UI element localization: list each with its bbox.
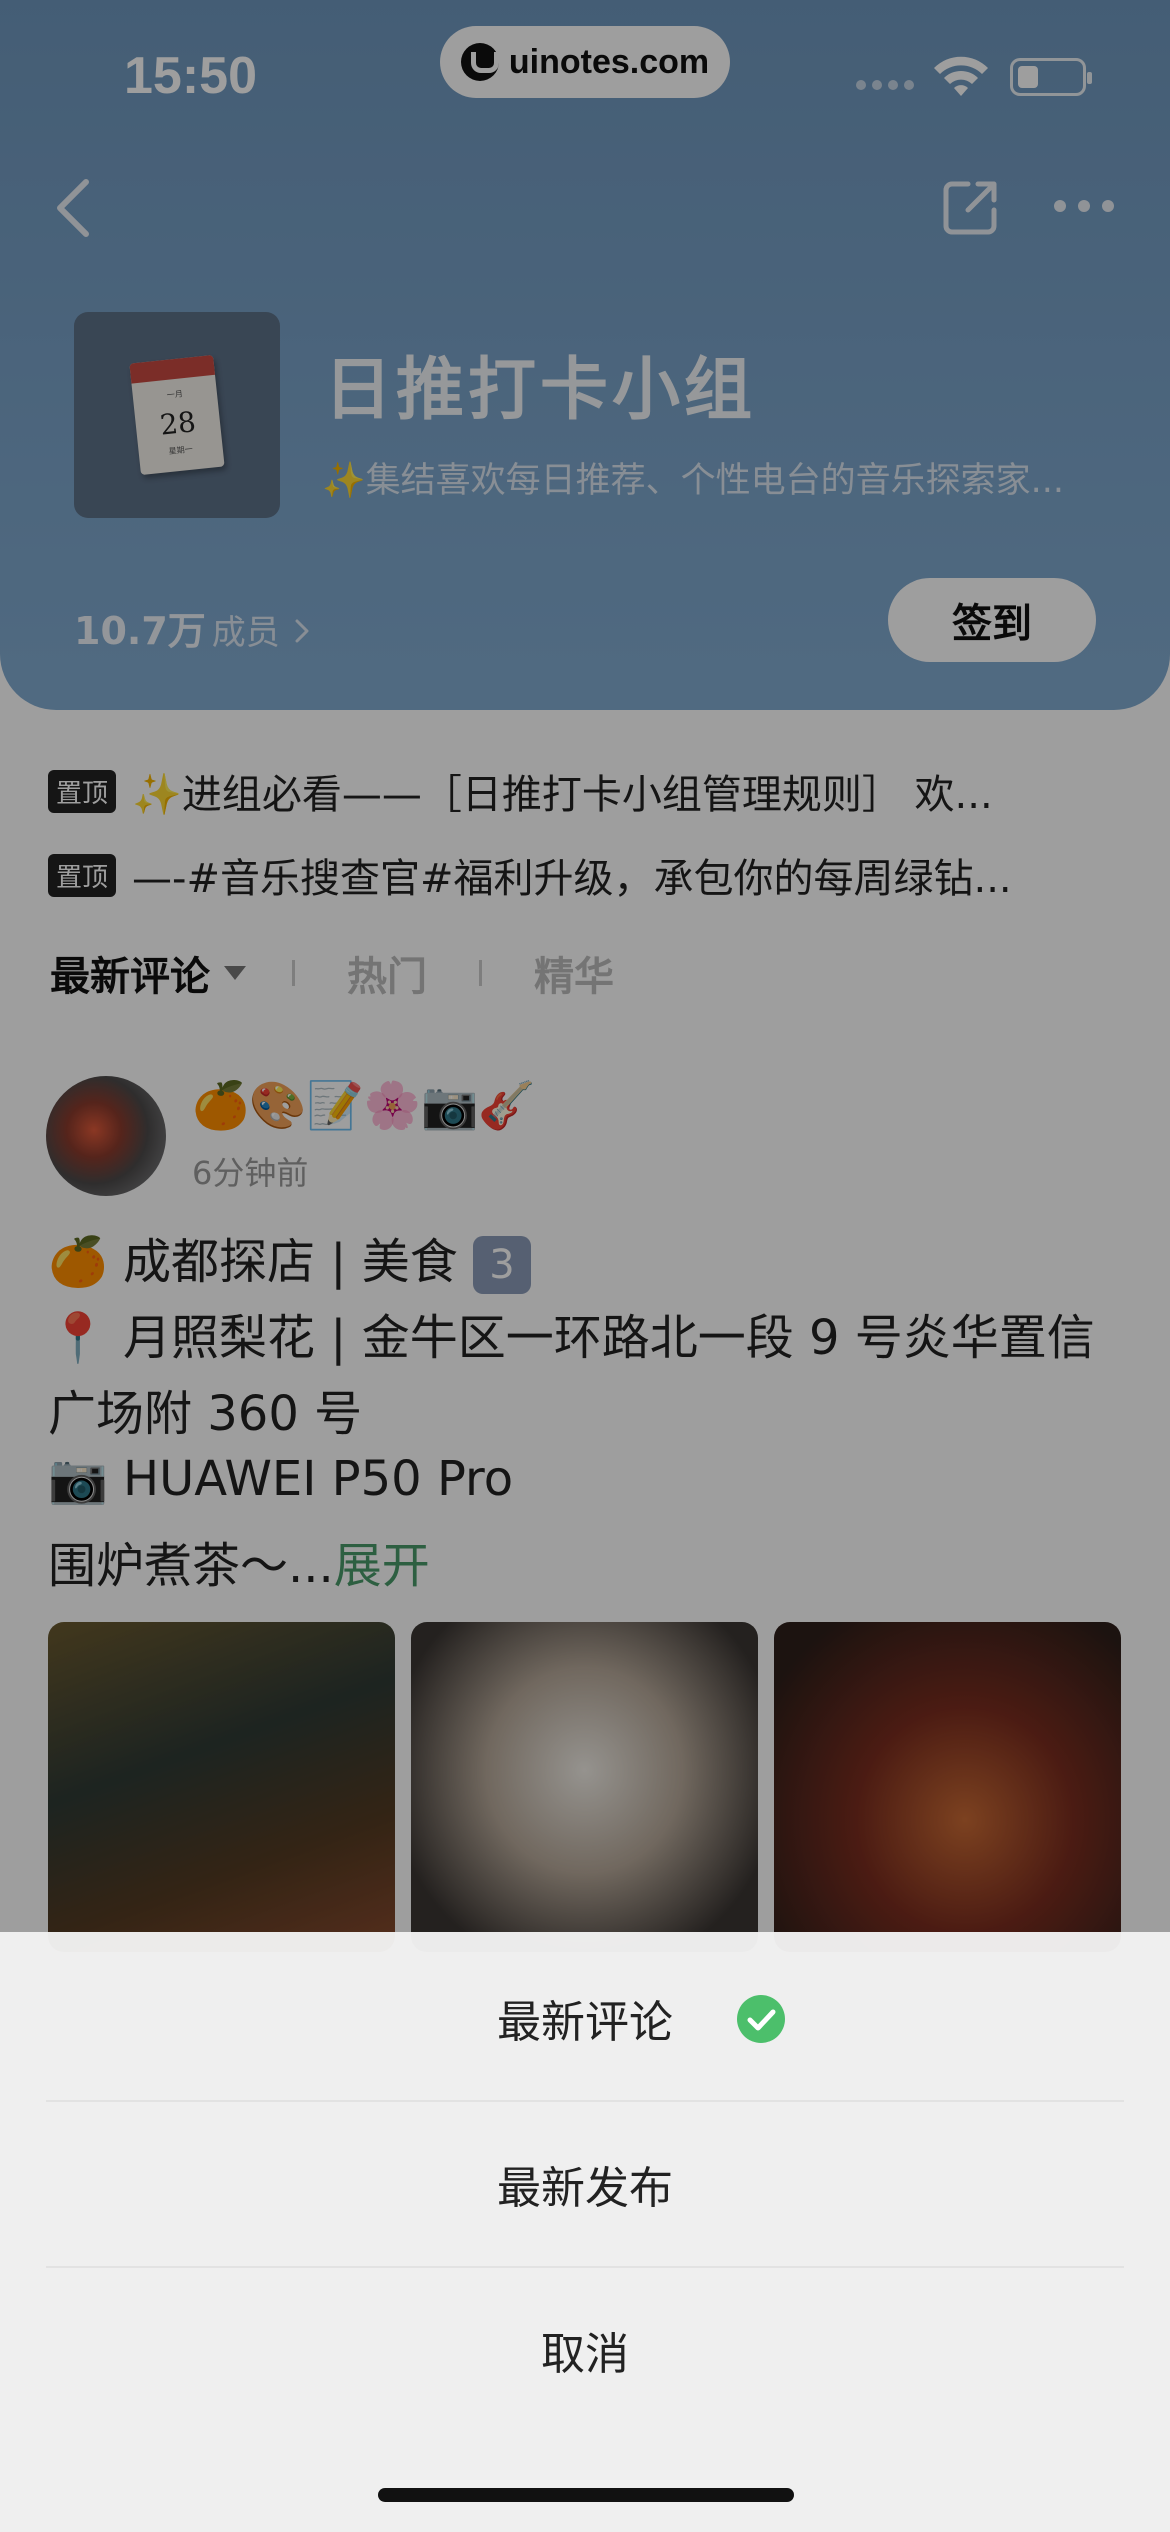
home-indicator[interactable] xyxy=(378,2488,794,2502)
cancel-button[interactable]: 取消 xyxy=(46,2268,1124,2432)
check-icon xyxy=(737,1995,785,2043)
option-latest-comment[interactable]: 最新评论 xyxy=(46,1936,1124,2100)
option-latest-publish[interactable]: 最新发布 xyxy=(46,2102,1124,2266)
page: 15:50 uinotes.com 一月 28 星期一 日推打卡小组 ✨集结喜欢… xyxy=(0,0,1170,2532)
